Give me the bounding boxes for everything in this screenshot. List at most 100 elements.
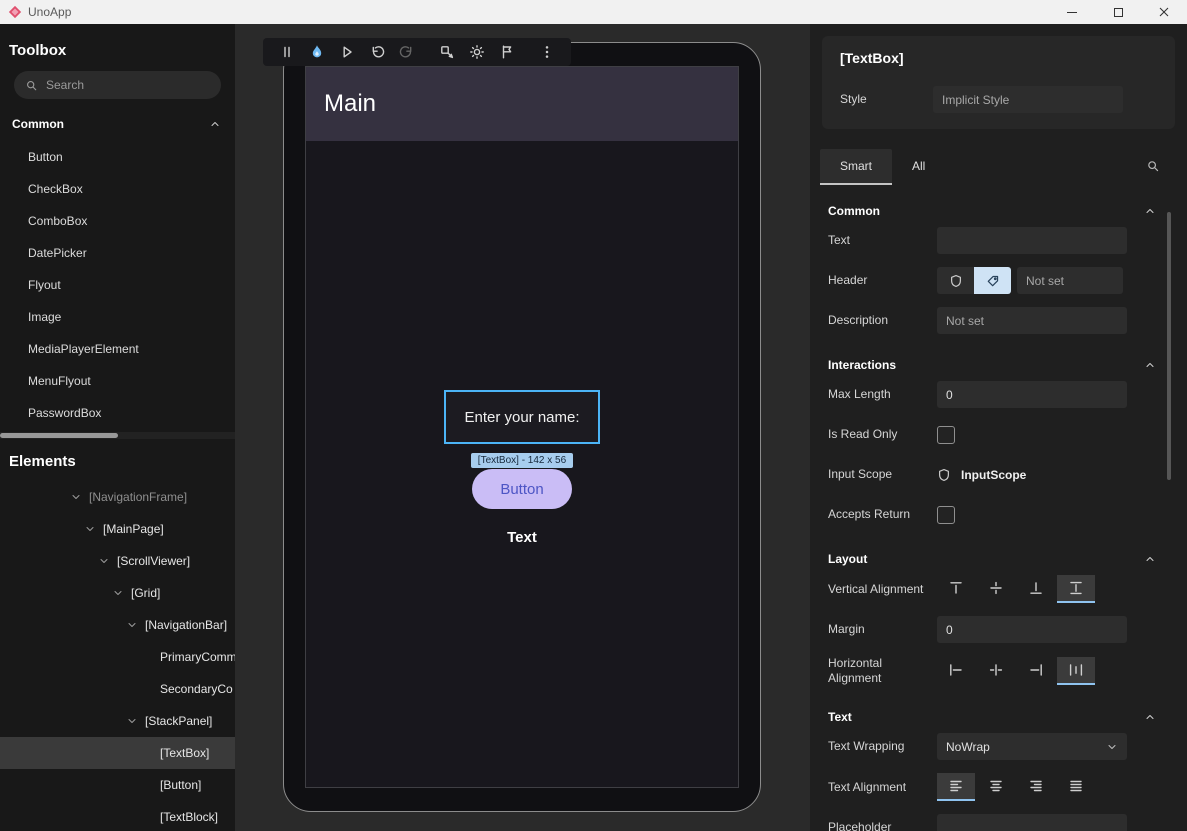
- chevron-up-icon: [1144, 553, 1156, 565]
- section-common[interactable]: Common: [810, 193, 1187, 227]
- accepts-return-checkbox[interactable]: [937, 506, 955, 524]
- toolbox-item-checkbox[interactable]: CheckBox: [0, 173, 235, 205]
- toolbox-item-mediaplayerelement[interactable]: MediaPlayerElement: [0, 333, 235, 365]
- style-label: Style: [840, 92, 933, 107]
- more-options-icon[interactable]: [534, 39, 560, 65]
- tree-item-textbox[interactable]: [TextBox]: [0, 737, 235, 769]
- page-title: Main: [324, 90, 376, 118]
- toolbox-title: Toolbox: [0, 24, 235, 59]
- description-input[interactable]: [937, 307, 1127, 334]
- titlebar: UnoApp: [0, 0, 1187, 24]
- page-body[interactable]: Enter your name: [TextBox] - 142 x 56 Bu…: [306, 141, 738, 788]
- header-tag-button[interactable]: [974, 267, 1011, 294]
- designed-textblock[interactable]: Text: [507, 529, 537, 546]
- toolbox-item-combobox[interactable]: ComboBox: [0, 205, 235, 237]
- placeholder-select[interactable]: [937, 814, 1127, 831]
- element-inspector-icon[interactable]: [434, 39, 460, 65]
- align-left-button[interactable]: [937, 657, 975, 685]
- align-horizontal-center-button[interactable]: [977, 657, 1015, 685]
- theme-toggle-icon[interactable]: [464, 39, 490, 65]
- text-align-right-button[interactable]: [1017, 773, 1055, 801]
- chevron-down-icon[interactable]: [96, 555, 112, 567]
- tree-item-scrollviewer[interactable]: [ScrollViewer]: [0, 545, 235, 577]
- align-bottom-button[interactable]: [1017, 575, 1055, 603]
- chevron-down-icon[interactable]: [82, 523, 98, 535]
- properties-search-icon[interactable]: [1146, 159, 1160, 173]
- chevron-down-icon[interactable]: [110, 587, 126, 599]
- guides-icon[interactable]: [494, 39, 520, 65]
- binding-shield-icon: [949, 274, 963, 288]
- toolbox-search[interactable]: [14, 71, 221, 99]
- window-controls: [1049, 0, 1187, 24]
- input-scope-value[interactable]: InputScope: [961, 468, 1026, 482]
- tree-item-navigationframe[interactable]: [NavigationFrame]: [0, 481, 235, 513]
- inspector-scrollbar[interactable]: [1167, 212, 1171, 480]
- app-title: UnoApp: [28, 5, 71, 19]
- tree-item-primarycomm[interactable]: PrimaryComm: [0, 641, 235, 673]
- toolbox-search-input[interactable]: [14, 71, 221, 99]
- section-layout[interactable]: Layout: [810, 541, 1187, 575]
- header-input[interactable]: [1017, 267, 1123, 294]
- section-interactions[interactable]: Interactions: [810, 347, 1187, 381]
- toolbox-item-image[interactable]: Image: [0, 301, 235, 333]
- chevron-down-icon[interactable]: [68, 491, 84, 503]
- section-text[interactable]: Text: [810, 699, 1187, 733]
- toolbox-item-flyout[interactable]: Flyout: [0, 269, 235, 301]
- pause-icon[interactable]: [274, 39, 300, 65]
- toolbox-item-datepicker[interactable]: DatePicker: [0, 237, 235, 269]
- toolbox-horizontal-scrollbar[interactable]: [0, 432, 235, 439]
- tab-smart[interactable]: Smart: [820, 149, 892, 185]
- style-input[interactable]: [933, 86, 1123, 113]
- designed-textbox[interactable]: Enter your name:: [444, 390, 600, 444]
- header-binding-button[interactable]: [937, 267, 974, 294]
- property-sections: Common Text Header Description Interacti…: [810, 193, 1187, 831]
- redo-icon[interactable]: [394, 39, 420, 65]
- is-read-only-checkbox[interactable]: [937, 426, 955, 444]
- properties-panel: [TextBox] Style SmartAll Common Text Hea…: [810, 24, 1187, 831]
- tree-item-mainpage[interactable]: [MainPage]: [0, 513, 235, 545]
- max-length-input[interactable]: [937, 381, 1127, 408]
- maximize-button[interactable]: [1095, 0, 1141, 24]
- chevron-down-icon[interactable]: [124, 715, 140, 727]
- toolbox-item-menuflyout[interactable]: MenuFlyout: [0, 365, 235, 397]
- toolbox-list: ButtonCheckBoxComboBoxDatePickerFlyoutIm…: [0, 141, 235, 429]
- text-wrapping-select[interactable]: NoWrap: [937, 733, 1127, 760]
- play-icon[interactable]: [334, 39, 360, 65]
- stretch-horizontal-button[interactable]: [1057, 657, 1095, 685]
- tree-item-stackpanel[interactable]: [StackPanel]: [0, 705, 235, 737]
- text-input[interactable]: [937, 227, 1127, 254]
- app-logo-icon: [8, 5, 22, 19]
- is-read-only-label: Is Read Only: [828, 427, 937, 442]
- design-canvas[interactable]: Main Enter your name: [TextBox] - 142 x …: [235, 24, 810, 831]
- toolbox-section-common[interactable]: Common: [0, 99, 235, 141]
- tree-item-button[interactable]: [Button]: [0, 769, 235, 801]
- text-label: Text: [828, 233, 937, 248]
- hot-reload-flame-icon[interactable]: [304, 39, 330, 65]
- align-vertical-center-button[interactable]: [977, 575, 1015, 603]
- toolbox-item-button[interactable]: Button: [0, 141, 235, 173]
- input-scope-label: Input Scope: [828, 467, 937, 482]
- designed-button[interactable]: Button: [472, 469, 572, 509]
- tree-item-textblock[interactable]: [TextBlock]: [0, 801, 235, 831]
- toolbox-item-passwordbox[interactable]: PasswordBox: [0, 397, 235, 429]
- undo-icon[interactable]: [364, 39, 390, 65]
- text-alignment-group: [937, 773, 1095, 801]
- align-right-button[interactable]: [1017, 657, 1055, 685]
- header-label: Header: [828, 273, 937, 288]
- chevron-down-icon[interactable]: [124, 619, 140, 631]
- close-button[interactable]: [1141, 0, 1187, 24]
- tree-item-navigationbar[interactable]: [NavigationBar]: [0, 609, 235, 641]
- tree-item-grid[interactable]: [Grid]: [0, 577, 235, 609]
- minimize-button[interactable]: [1049, 0, 1095, 24]
- text-align-center-button[interactable]: [977, 773, 1015, 801]
- align-top-button[interactable]: [937, 575, 975, 603]
- stretch-vertical-button[interactable]: [1057, 575, 1095, 603]
- sidebar: Toolbox Common ButtonCheckBoxComboBoxDat…: [0, 24, 235, 831]
- tree-item-secondaryco[interactable]: SecondaryCo: [0, 673, 235, 705]
- tab-all[interactable]: All: [892, 149, 945, 185]
- text-align-left-button[interactable]: [937, 773, 975, 801]
- scrollbar-thumb[interactable]: [0, 433, 118, 438]
- binding-shield-icon: [937, 468, 951, 482]
- text-align-justify-button[interactable]: [1057, 773, 1095, 801]
- margin-input[interactable]: [937, 616, 1127, 643]
